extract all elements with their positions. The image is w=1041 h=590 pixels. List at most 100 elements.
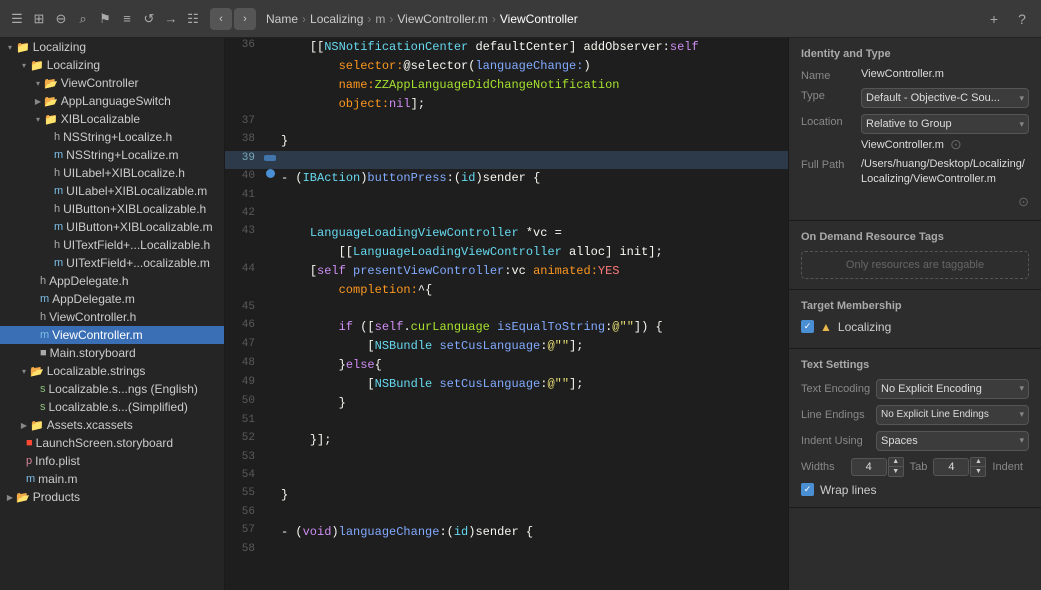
code-text: }else{ <box>277 356 788 375</box>
help-button[interactable]: ? <box>1011 8 1033 30</box>
code-line: 43 LanguageLoadingViewController *vc = <box>225 224 788 243</box>
sidebar-toggle-icon[interactable]: ☰ <box>8 10 26 28</box>
sidebar-item-main-storyboard[interactable]: ■ Main.storyboard <box>0 344 224 362</box>
type-select[interactable]: Default - Objective-C Sou... ▾ <box>861 88 1029 108</box>
path-reveal-icon[interactable]: ⊙ <box>950 136 962 153</box>
breadcrumb-item-1[interactable]: Name <box>266 12 298 26</box>
sidebar-item-info-plist[interactable]: p Info.plist <box>0 452 224 470</box>
sidebar-item-launchscreen[interactable]: ■ LaunchScreen.storyboard <box>0 434 224 452</box>
grid-icon[interactable]: ⊞ <box>30 10 48 28</box>
indent-stepper[interactable]: ▲ ▼ <box>970 457 986 477</box>
tab-stepper[interactable]: ▲ ▼ <box>888 457 904 477</box>
indent-width-input[interactable] <box>933 458 969 476</box>
stepper-up-button[interactable]: ▲ <box>889 458 903 467</box>
sidebar-item-viewcontroller-h[interactable]: h ViewController.h <box>0 308 224 326</box>
code-content[interactable]: 36 [[NSNotificationCenter defaultCenter]… <box>225 38 788 590</box>
nav-forward-button[interactable]: › <box>234 8 256 30</box>
line-number: 43 <box>225 224 263 237</box>
breadcrumb-item-m[interactable]: m <box>375 12 385 26</box>
flag-icon[interactable]: ⚑ <box>96 10 114 28</box>
sidebar-item-products[interactable]: ▶ 📂 Products <box>0 488 224 506</box>
sidebar-item-applanguageswitch[interactable]: ▶ 📂 AppLanguageSwitch <box>0 92 224 110</box>
sidebar-item-xiblocalizable[interactable]: ▾ 📁 XIBLocalizable <box>0 110 224 128</box>
forward-icon[interactable]: → <box>162 10 180 28</box>
fullpath-reveal-icon[interactable]: ⊙ <box>1018 194 1029 210</box>
code-line: selector:@selector(languageChange:) <box>225 57 788 76</box>
encoding-select[interactable]: No Explicit Encoding ▾ <box>876 379 1029 399</box>
list-icon[interactable]: ≡ <box>118 10 136 28</box>
sidebar-item-viewcontroller-folder[interactable]: ▾ 📂 ViewController <box>0 74 224 92</box>
location-select[interactable]: Relative to Group ▾ <box>861 114 1029 134</box>
code-line: completion:^{ <box>225 281 788 300</box>
code-line: 44 [self presentViewController:vc animat… <box>225 262 788 281</box>
code-editor[interactable]: 36 [[NSNotificationCenter defaultCenter]… <box>225 38 788 590</box>
file-icon: m <box>54 149 63 161</box>
code-text: completion:^{ <box>277 281 788 300</box>
stepper-down-button[interactable]: ▼ <box>971 467 985 476</box>
refresh-icon[interactable]: ↺ <box>140 10 158 28</box>
sidebar-item-appdelegate-h[interactable]: h AppDelegate.h <box>0 272 224 290</box>
line-number: 40 <box>225 169 263 182</box>
breadcrumb-item-class[interactable]: ViewController <box>500 12 578 26</box>
line-number: 52 <box>225 431 263 444</box>
line-number: 51 <box>225 413 263 426</box>
folder-icon: 📁 <box>44 113 58 126</box>
tags-section-title: On Demand Resource Tags <box>801 231 1029 243</box>
target-checkbox[interactable]: ✓ <box>801 320 814 333</box>
lineendings-row: Line Endings No Explicit Line Endings ▾ <box>801 405 1029 425</box>
location-row: Location Relative to Group ▾ <box>801 114 1029 134</box>
sidebar-item-localizable-simplified[interactable]: s Localizable.s...(Simplified) <box>0 398 224 416</box>
sidebar-item-localizing-root[interactable]: ▾ 📁 Localizing <box>0 38 224 56</box>
sidebar-item-main-m[interactable]: m main.m <box>0 470 224 488</box>
sidebar-item-label: Localizable.s...(Simplified) <box>49 400 188 414</box>
code-text <box>277 542 788 544</box>
encoding-row: Text Encoding No Explicit Encoding ▾ <box>801 379 1029 399</box>
comment-icon[interactable]: ☷ <box>184 10 202 28</box>
fullpath-value: /Users/huang/Desktop/Localizing/Localizi… <box>861 157 1029 188</box>
breadcrumb-item-file[interactable]: ViewController.m <box>397 12 487 26</box>
tab-label: Tab <box>904 461 934 473</box>
sidebar-item-nsstring-m[interactable]: m NSString+Localize.m <box>0 146 224 164</box>
line-number: 45 <box>225 300 263 313</box>
line-number: 41 <box>225 188 263 201</box>
breadcrumb-sep-2: › <box>367 12 371 26</box>
sidebar-item-localizable-strings[interactable]: ▾ 📂 Localizable.strings <box>0 362 224 380</box>
folder-icon: 📁 <box>30 59 44 72</box>
tab-width-input[interactable] <box>851 458 887 476</box>
sidebar-item-uibutton-h[interactable]: h UIButton+XIBLocalizable.h <box>0 200 224 218</box>
indent-value: Spaces <box>881 435 918 447</box>
line-number: 46 <box>225 318 263 331</box>
indent-select[interactable]: Spaces ▾ <box>876 431 1029 451</box>
sidebar-item-appdelegate-m[interactable]: m AppDelegate.m <box>0 290 224 308</box>
stepper-down-button[interactable]: ▼ <box>889 467 903 476</box>
folder-icon: 📂 <box>44 77 58 90</box>
line-number: 44 <box>225 262 263 275</box>
line-number: 38 <box>225 132 263 145</box>
sidebar-item-uibutton-m[interactable]: m UIButton+XIBLocalizable.m <box>0 218 224 236</box>
sidebar-item-nsstring-h[interactable]: h NSString+Localize.h <box>0 128 224 146</box>
sidebar-item-localizing-sub[interactable]: ▾ 📁 Localizing <box>0 56 224 74</box>
sidebar-item-label: ViewController <box>61 76 139 90</box>
wrap-checkbox[interactable]: ✓ <box>801 483 814 496</box>
code-line: 56 <box>225 505 788 523</box>
line-number <box>225 95 263 96</box>
git-icon[interactable]: ⊖ <box>52 10 70 28</box>
line-number: 49 <box>225 375 263 388</box>
code-line: 49 [NSBundle setCusLanguage:@""]; <box>225 375 788 394</box>
target-section: Target Membership ✓ ▲ Localizing <box>789 290 1041 349</box>
breadcrumb-item-2[interactable]: Localizing <box>310 12 363 26</box>
sidebar-item-localizable-english[interactable]: s Localizable.s...ngs (English) <box>0 380 224 398</box>
add-file-button[interactable]: + <box>983 8 1005 30</box>
sidebar-item-uitextfield-m[interactable]: m UITextField+...ocalizable.m <box>0 254 224 272</box>
breakpoint-area[interactable] <box>263 169 277 178</box>
nav-back-button[interactable]: ‹ <box>210 8 232 30</box>
sidebar-item-assets[interactable]: ▶ 📁 Assets.xcassets <box>0 416 224 434</box>
sidebar-item-uitextfield-h[interactable]: h UITextField+...Localizable.h <box>0 236 224 254</box>
lineendings-select[interactable]: No Explicit Line Endings ▾ <box>876 405 1029 425</box>
sidebar-item-uilabel-m[interactable]: m UILabel+XIBLocalizable.m <box>0 182 224 200</box>
code-text <box>277 151 788 153</box>
sidebar-item-uilabel-h[interactable]: h UILabel+XIBLocalize.h <box>0 164 224 182</box>
sidebar-item-viewcontroller-m[interactable]: m ViewController.m <box>0 326 224 344</box>
stepper-up-button[interactable]: ▲ <box>971 458 985 467</box>
search-icon[interactable]: ⌕ <box>74 10 92 28</box>
